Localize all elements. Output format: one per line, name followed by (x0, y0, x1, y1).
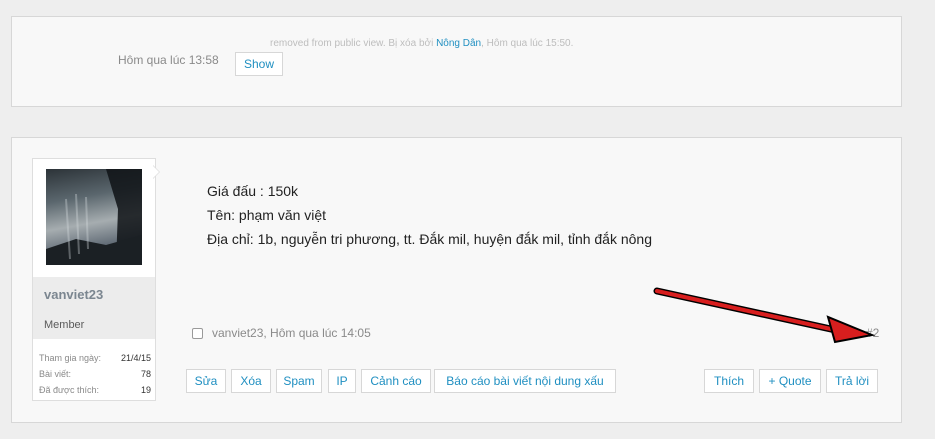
stat-value: 21/4/15 (120, 353, 151, 363)
reply-button[interactable]: Trả lời (826, 369, 878, 393)
post-meta: vanviet23, Hôm qua lúc 14:05 (192, 326, 371, 340)
deleted-post-panel: Hôm qua lúc 13:58 Show removed from publ… (11, 16, 902, 107)
avatar[interactable] (46, 169, 142, 265)
report-button[interactable]: Báo cáo bài viết nội dung xấu (434, 369, 616, 393)
stat-label: Tham gia ngày: (39, 353, 102, 363)
post-author-time[interactable]: vanviet23, Hôm qua lúc 14:05 (212, 326, 371, 340)
deleted-notice-prefix: removed from public view. Bị xóa bởi (270, 38, 434, 49)
show-button[interactable]: Show (235, 52, 284, 76)
stat-row-posts: Bài viết: 78 (39, 366, 151, 382)
user-stats: Tham gia ngày: 21/4/15 Bài viết: 78 Đã đ… (39, 350, 151, 398)
deleted-post-time: Hôm qua lúc 13:58 (118, 53, 219, 67)
deleted-notice-suffix: , Hôm qua lúc 15:50. (481, 38, 574, 49)
user-card-arrow-inner (153, 166, 159, 178)
edit-button[interactable]: Sửa (186, 369, 226, 393)
stat-label: Bài viết: (39, 369, 72, 379)
spam-button[interactable]: Spam (276, 369, 322, 393)
stat-label: Đã được thích: (39, 385, 99, 395)
user-title: Member (44, 319, 85, 331)
stat-row-joined: Tham gia ngày: 21/4/15 (39, 350, 151, 366)
deleted-notice: removed from public view. Bị xóa bởi Nôn… (270, 38, 573, 49)
like-button[interactable]: Thích (704, 369, 754, 393)
stat-value: 19 (140, 385, 151, 395)
stat-row-likes: Đã được thích: 19 (39, 382, 151, 398)
deleted-by-link[interactable]: Nông Dân (436, 38, 481, 49)
post-line-name: Tên: phạm văn việt (207, 207, 327, 223)
post-line-price: Giá đấu : 150k (207, 183, 299, 199)
quote-button[interactable]: + Quote (759, 369, 821, 393)
stat-value[interactable]: 78 (141, 366, 151, 382)
ip-button[interactable]: IP (328, 369, 356, 393)
red-arrow-icon (653, 287, 876, 344)
checkbox-icon[interactable] (192, 327, 203, 339)
delete-button[interactable]: Xóa (231, 369, 271, 393)
username[interactable]: vanviet23 (44, 287, 103, 302)
warn-button[interactable]: Cảnh cáo (361, 369, 431, 393)
user-card: vanviet23 Member Tham gia ngày: 21/4/15 … (32, 158, 156, 401)
post-content: Giá đấu : 150k Tên: phạm văn việt Địa ch… (207, 179, 652, 251)
username-box: vanviet23 Member (33, 277, 155, 339)
post-line-address: Địa chỉ: 1b, nguyễn tri phương, tt. Đắk … (207, 231, 653, 247)
